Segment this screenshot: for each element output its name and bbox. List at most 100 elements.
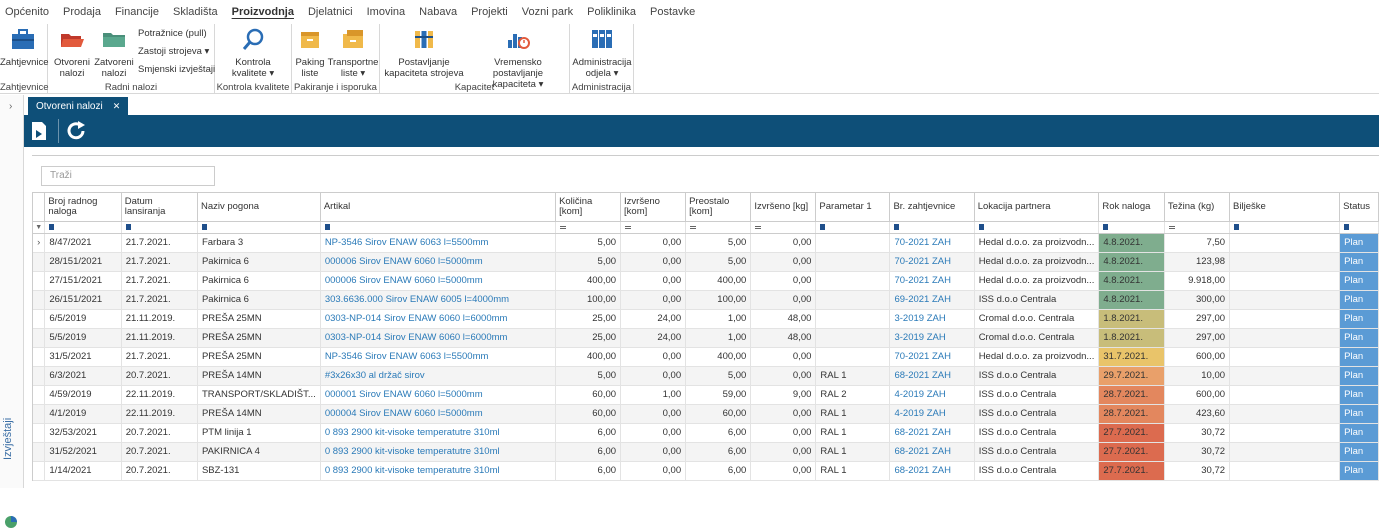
row-selector[interactable]	[33, 290, 46, 310]
filter-cell[interactable]	[320, 221, 557, 234]
kontrola-kvalitete-button[interactable]: Kontrola kvalitete ▾	[217, 28, 289, 79]
otvoreni-nalozi-button[interactable]: Otvoreni nalozi	[52, 28, 92, 79]
column-header[interactable]: Preostalo [kom]	[685, 193, 752, 222]
potraznice-button[interactable]: Potražnice (pull)	[138, 28, 207, 39]
cell-zahtjevnica[interactable]: 70-2021 ZAH	[889, 252, 975, 272]
row-selector[interactable]	[33, 385, 46, 405]
cell-zahtjevnica[interactable]: 3-2019 ZAH	[889, 309, 975, 329]
table-row[interactable]: 32/53/2021 20.7.2021. PTM linija 10 893 29…	[33, 423, 1379, 443]
transportne-liste-button[interactable]: Transportne liste ▾	[327, 28, 379, 79]
filter-cell[interactable]	[1098, 221, 1165, 234]
cell-artikal[interactable]: 0 893 2900 kit-visoke temperatutre 310ml	[320, 442, 557, 462]
cell-artikal[interactable]: 303.6636.000 Sirov ENAW 6005 l=4000mm	[320, 290, 557, 310]
table-row[interactable]: 1/14/2021 20.7.2021. SBZ-131 0 893 2900 kit…	[33, 461, 1379, 481]
izvjestaji-panel-label[interactable]: Izvještaji	[2, 418, 14, 460]
postavljanje-kapaciteta-button[interactable]: Postavljanje kapaciteta strojeva	[382, 28, 466, 79]
cell-artikal[interactable]: 000001 Sirov ENAW 6060 l=5000mm	[320, 385, 557, 405]
zatvoreni-nalozi-button[interactable]: Zatvoreni nalozi	[93, 28, 135, 79]
column-header[interactable]: Rok naloga	[1098, 193, 1165, 222]
table-row[interactable]: 31/52/2021 20.7.2021. PAKIRNICA 40 893 290…	[33, 442, 1379, 462]
table-row[interactable]: 28/151/2021 21.7.2021. Pakirnica 6 000006 S…	[33, 252, 1379, 272]
filter-cell[interactable]	[889, 221, 975, 234]
smjenski-izvjestaji-button[interactable]: Smjenski izvještaji	[138, 64, 215, 75]
table-row[interactable]: 4/1/2019 22.11.2019. PREŠA 14MN 000004 Siro…	[33, 404, 1379, 424]
menu-item[interactable]: Općenito	[0, 6, 58, 18]
cell-artikal[interactable]: 0 893 2900 kit-visoke temperatutre 310ml	[320, 461, 557, 481]
column-header[interactable]: Br. zahtjevnice	[889, 193, 975, 222]
search-input[interactable]: Traži	[41, 166, 215, 186]
cell-zahtjevnica[interactable]: 70-2021 ZAH	[889, 271, 975, 291]
cell-artikal[interactable]: NP-3546 Sirov ENAW 6063 l=5500mm	[320, 347, 557, 367]
row-selector[interactable]: ›	[33, 233, 46, 253]
cell-zahtjevnica[interactable]: 70-2021 ZAH	[889, 347, 975, 367]
cell-zahtjevnica[interactable]: 68-2021 ZAH	[889, 442, 975, 462]
column-header[interactable]: Artikal	[320, 193, 557, 222]
row-selector[interactable]	[33, 442, 46, 462]
menu-item[interactable]: Djelatnici	[303, 6, 362, 18]
cell-artikal[interactable]: 000006 Sirov ENAW 6060 l=5000mm	[320, 271, 557, 291]
administracija-odjela-button[interactable]: Administracija odjela ▾	[572, 28, 632, 79]
column-header[interactable]: Bilješke	[1229, 193, 1341, 222]
column-header[interactable]: Količina [kom]	[555, 193, 622, 222]
cell-zahtjevnica[interactable]: 68-2021 ZAH	[889, 366, 975, 386]
row-selector[interactable]	[33, 328, 46, 348]
menu-item[interactable]: Imovina	[362, 6, 415, 18]
cell-artikal[interactable]: 0303-NP-014 Sirov ENAW 6060 l=6000mm	[320, 328, 557, 348]
column-header[interactable]: Težina (kg)	[1164, 193, 1231, 222]
tab-close-icon[interactable]: ✕	[113, 101, 121, 112]
column-header[interactable]: Lokacija partnera	[974, 193, 1100, 222]
filter-cell[interactable]	[750, 221, 817, 234]
cell-zahtjevnica[interactable]: 68-2021 ZAH	[889, 461, 975, 481]
column-header[interactable]: Broj radnog naloga	[44, 193, 122, 222]
table-row[interactable]: 31/5/2021 21.7.2021. PREŠA 25MN NP-3546 Sir…	[33, 347, 1379, 367]
filter-cell[interactable]	[815, 221, 891, 234]
zahtjevnice-button[interactable]: Zahtjevnice	[0, 28, 49, 68]
table-row[interactable]: 6/5/2019 21.11.2019. PREŠA 25MN 0303-NP-014…	[33, 309, 1379, 329]
table-row[interactable]: 26/151/2021 21.7.2021. Pakirnica 6 303.6636…	[33, 290, 1379, 310]
expand-chevron-icon[interactable]: ›	[9, 101, 12, 112]
filter-cell[interactable]	[44, 221, 122, 234]
menu-item[interactable]: Proizvodnja	[227, 6, 303, 18]
row-selector[interactable]	[33, 461, 46, 481]
table-row[interactable]: 5/5/2019 21.11.2019. PREŠA 25MN 0303-NP-014…	[33, 328, 1379, 348]
zastoji-strojeva-button[interactable]: Zastoji strojeva ▾	[138, 46, 209, 57]
filter-cell[interactable]	[1164, 221, 1231, 234]
column-header[interactable]: Izvršeno [kom]	[620, 193, 687, 222]
cell-zahtjevnica[interactable]: 70-2021 ZAH	[889, 233, 975, 253]
table-row[interactable]: 27/151/2021 21.7.2021. Pakirnica 6 000006 S…	[33, 271, 1379, 291]
menu-item[interactable]: Prodaja	[58, 6, 110, 18]
paking-liste-button[interactable]: Paking liste	[294, 28, 326, 79]
row-selector[interactable]	[33, 309, 46, 329]
column-header[interactable]: Datum lansiranja	[121, 193, 198, 222]
table-row[interactable]: › 8/47/2021 21.7.2021. Farbara 3 NP-3546 Sir…	[33, 233, 1379, 253]
vremensko-postavljanje-button[interactable]: Vremensko postavljanje kapaciteta ▾	[468, 28, 568, 90]
row-selector[interactable]	[33, 366, 46, 386]
filter-cell[interactable]	[197, 221, 321, 234]
menu-item[interactable]: Projekti	[466, 6, 517, 18]
cell-zahtjevnica[interactable]: 69-2021 ZAH	[889, 290, 975, 310]
cell-artikal[interactable]: 000004 Sirov ENAW 6060 l=5000mm	[320, 404, 557, 424]
column-header[interactable]: Naziv pogona	[197, 193, 321, 222]
filter-cell[interactable]	[974, 221, 1100, 234]
filter-cell[interactable]	[1229, 221, 1341, 234]
row-selector[interactable]	[33, 423, 46, 443]
row-selector[interactable]	[33, 347, 46, 367]
menu-item[interactable]: Financije	[110, 6, 168, 18]
cell-zahtjevnica[interactable]: 4-2019 ZAH	[889, 385, 975, 405]
table-row[interactable]: 6/3/2021 20.7.2021. PREŠA 14MN #3x26x30 al …	[33, 366, 1379, 386]
menu-item[interactable]: Skladišta	[168, 6, 227, 18]
cell-artikal[interactable]: #3x26x30 al držač sirov	[320, 366, 557, 386]
column-header[interactable]: Parametar 1	[815, 193, 891, 222]
menu-item[interactable]: Postavke	[645, 6, 704, 18]
row-selector[interactable]	[33, 404, 46, 424]
cell-artikal[interactable]: 0 893 2900 kit-visoke temperatutre 310ml	[320, 423, 557, 443]
refresh-icon[interactable]	[66, 120, 88, 142]
row-selector[interactable]	[33, 252, 46, 272]
menu-item[interactable]: Nabava	[414, 6, 466, 18]
row-selector[interactable]	[33, 271, 46, 291]
cell-zahtjevnica[interactable]: 3-2019 ZAH	[889, 328, 975, 348]
filter-cell[interactable]	[555, 221, 622, 234]
filter-cell[interactable]	[1339, 221, 1379, 234]
cell-artikal[interactable]: NP-3546 Sirov ENAW 6063 l=5500mm	[320, 233, 557, 253]
filter-icon[interactable]: ▼	[33, 221, 46, 234]
